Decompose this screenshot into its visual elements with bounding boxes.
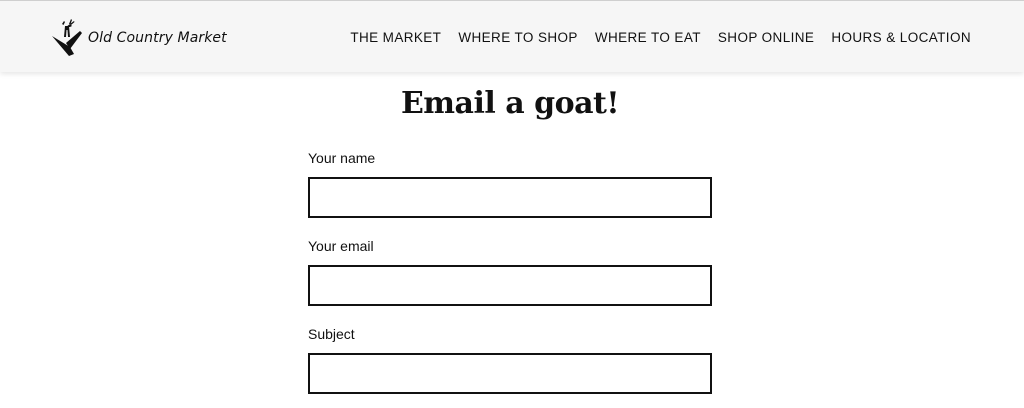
subject-field-group: Subject [308, 324, 714, 408]
contact-form: Your name Your email Subject [308, 148, 714, 408]
main-nav: THE MARKET WHERE TO SHOP WHERE TO EAT SH… [350, 1, 971, 73]
logo-link[interactable]: Old Country Market [50, 15, 227, 57]
page-title: Email a goat! [400, 86, 620, 121]
nav-where-to-eat[interactable]: WHERE TO EAT [595, 30, 701, 45]
logo-text: Old Country Market [88, 30, 227, 46]
email-label: Your email [308, 238, 374, 254]
email-input[interactable] [308, 265, 712, 306]
name-field-group: Your name [308, 148, 714, 236]
nav-the-market[interactable]: THE MARKET [350, 30, 441, 45]
name-input[interactable] [308, 177, 712, 218]
site-header: Old Country Market THE MARKET WHERE TO S… [0, 0, 1024, 72]
subject-label: Subject [308, 326, 355, 342]
email-field-group: Your email [308, 236, 714, 324]
nav-shop-online[interactable]: SHOP ONLINE [718, 30, 814, 45]
nav-hours-location[interactable]: HOURS & LOCATION [831, 30, 971, 45]
name-label: Your name [308, 150, 376, 166]
subject-input[interactable] [308, 353, 712, 394]
goat-on-roof-logo-icon [52, 19, 82, 56]
nav-where-to-shop[interactable]: WHERE TO SHOP [458, 30, 577, 45]
